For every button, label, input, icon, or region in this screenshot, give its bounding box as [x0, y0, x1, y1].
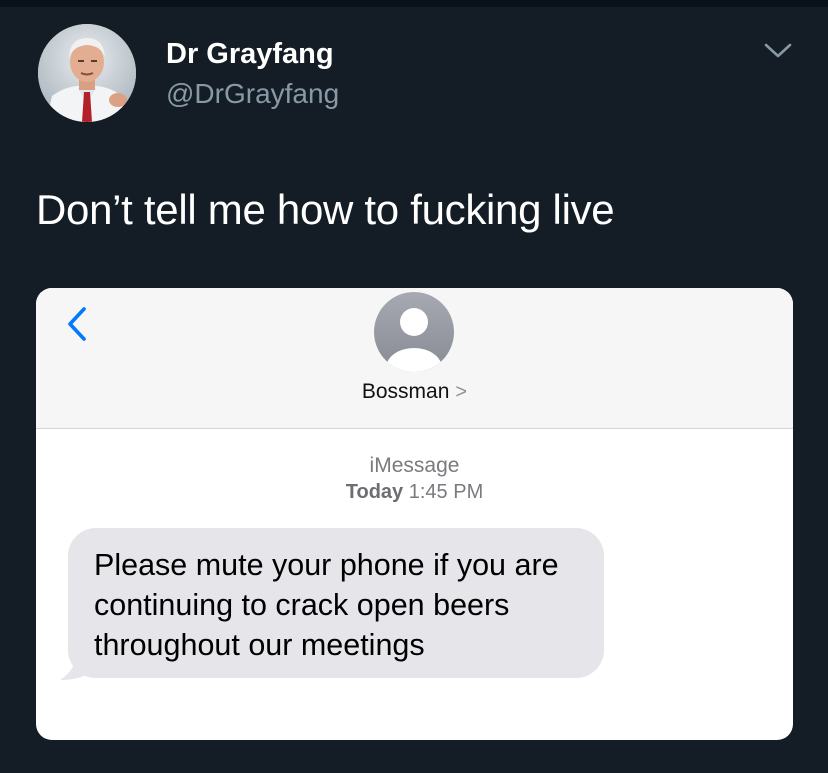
contact-name: Bossman [361, 380, 450, 403]
author-handle[interactable]: @DrGrayfang [166, 78, 339, 110]
tweet-text: Don’t tell me how to fucking live [36, 186, 615, 233]
message-text: Please mute your phone if you are contin… [94, 548, 559, 662]
author-avatar[interactable] [38, 24, 136, 122]
timestamp-day: Today [345, 481, 404, 503]
chevron-left-icon[interactable] [62, 304, 92, 344]
person-circle-icon[interactable] [372, 290, 456, 374]
top-edge-bar [0, 0, 828, 7]
conversation-header: Bossman > [36, 288, 793, 429]
chevron-right-icon: > [455, 381, 468, 403]
message-timestamp: Today 1:45 PM [36, 481, 793, 504]
contact-name-button[interactable]: Bossman > [36, 380, 793, 404]
imessage-screenshot[interactable]: Bossman > iMessage Today 1:45 PM Please m… [36, 288, 793, 740]
author-display-name[interactable]: Dr Grayfang [166, 38, 334, 71]
received-message-bubble[interactable]: Please mute your phone if you are contin… [68, 528, 604, 678]
service-label: iMessage [369, 454, 460, 477]
timestamp-time: 1:45 PM [408, 481, 484, 503]
chevron-down-icon[interactable] [763, 40, 793, 62]
